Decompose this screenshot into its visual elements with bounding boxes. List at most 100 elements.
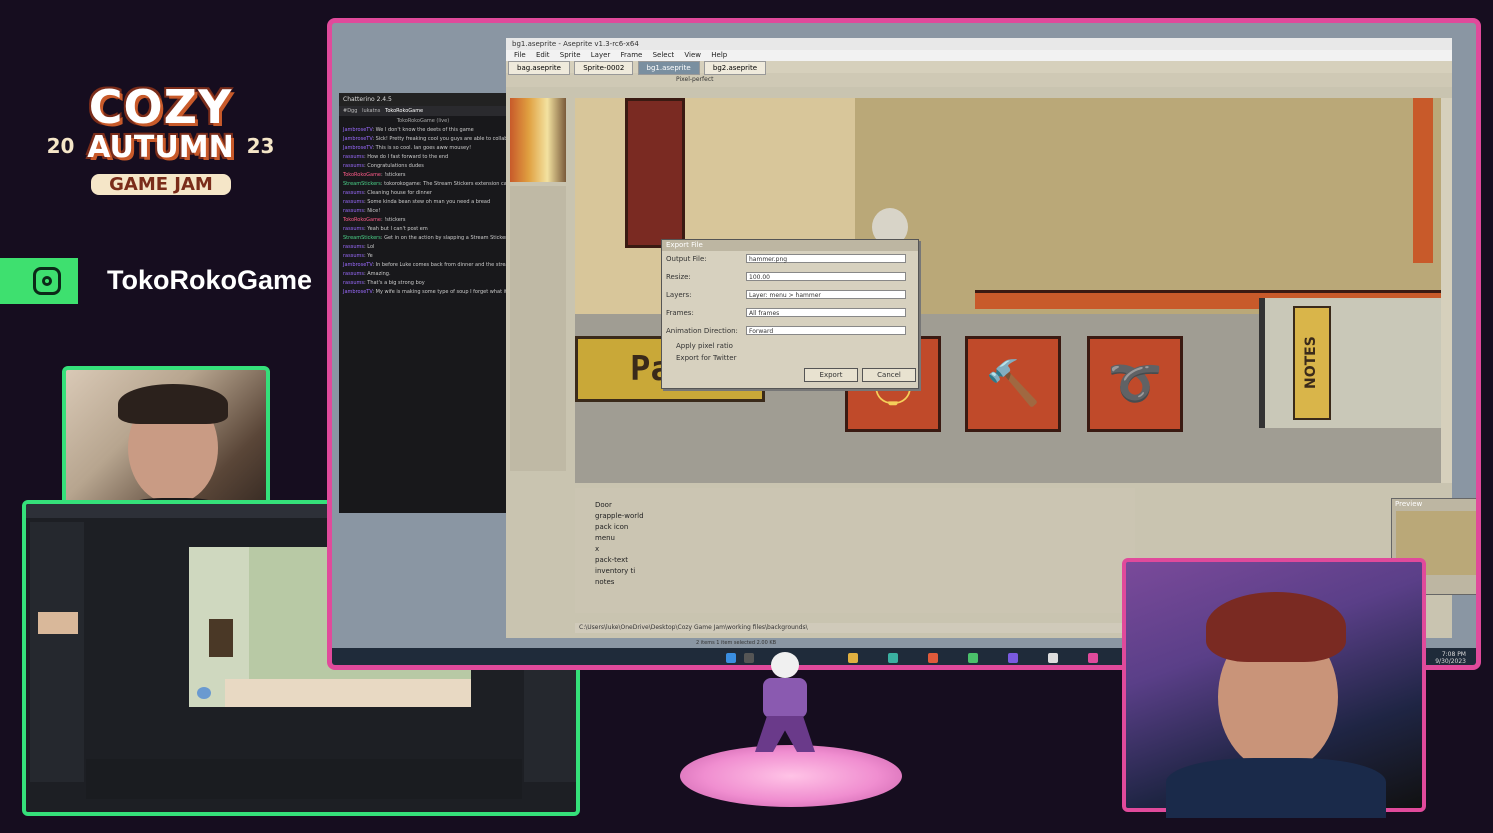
chat-message: rassums: Cleaning house for dinner xyxy=(339,189,507,198)
chat-message: rassums: That's a big strong boy xyxy=(339,279,507,288)
chat-message-list[interactable]: JambroseTV: We I don't know the deets of… xyxy=(339,126,507,297)
chat-window: Chatterino 2.4.5 #Dgg lukatns TokoRokoGa… xyxy=(339,93,507,513)
pixel-ratio-checkbox[interactable]: Apply pixel ratio xyxy=(676,341,733,351)
layer-notes[interactable]: notes xyxy=(595,577,614,587)
chat-message: JambroseTV: In before Luke comes back fr… xyxy=(339,261,507,270)
tools-panel[interactable] xyxy=(1441,98,1452,483)
chat-text: Nice! xyxy=(367,208,381,214)
chat-message: TokoRokoGame: !stickers xyxy=(339,216,507,225)
chat-username[interactable]: StreamStickers xyxy=(343,181,381,187)
viewport-orb xyxy=(197,687,211,699)
chat-text: Yeah but I can't post em xyxy=(367,226,428,232)
export-twitter-checkbox[interactable]: Export for Twitter xyxy=(676,353,736,363)
resize-select[interactable]: 100.00 xyxy=(746,272,906,281)
layer-menu[interactable]: menu xyxy=(595,533,615,543)
layer-pack-text[interactable]: pack-text xyxy=(595,555,628,565)
clock-date: 9/30/2023 xyxy=(1435,658,1466,665)
edge-icon[interactable] xyxy=(888,653,898,663)
spotify-icon[interactable] xyxy=(968,653,978,663)
chat-username[interactable]: rassums xyxy=(343,163,364,169)
mascot-legs xyxy=(755,716,815,752)
chat-username[interactable]: rassums xyxy=(343,271,364,277)
viewport-floor-ui xyxy=(225,679,471,707)
chat-tab-1[interactable]: #Dgg xyxy=(343,108,357,114)
file-explorer-icon[interactable] xyxy=(848,653,858,663)
chat-username[interactable]: rassums xyxy=(343,253,364,259)
chat-username[interactable]: rassums xyxy=(343,190,364,196)
menu-edit[interactable]: Edit xyxy=(536,51,550,59)
output-file-input[interactable]: hammer.png xyxy=(746,254,906,263)
chat-username[interactable]: TokoRokoGame xyxy=(343,172,381,178)
chat-username[interactable]: rassums xyxy=(343,154,364,160)
palette-panel xyxy=(510,186,566,471)
menu-select[interactable]: Select xyxy=(653,51,675,59)
chat-text: This is so cool. Ian goes aww mousey! xyxy=(375,145,472,151)
app-icon[interactable] xyxy=(928,653,938,663)
color-palette[interactable] xyxy=(510,98,566,182)
sprite-canvas[interactable]: Pack ⛑ 🔨 ➰ NOTES Export File Output File… xyxy=(575,98,1441,483)
chat-tab-3[interactable]: TokoRokoGame xyxy=(385,108,423,114)
tab-sprite-0002[interactable]: Sprite-0002 xyxy=(574,61,634,75)
menu-layer[interactable]: Layer xyxy=(591,51,611,59)
layers-label: Layers: xyxy=(666,291,692,299)
discord-icon[interactable] xyxy=(1008,653,1018,663)
obs-icon[interactable] xyxy=(1088,653,1098,663)
menu-file[interactable]: File xyxy=(514,51,526,59)
layer-x[interactable]: x xyxy=(595,544,599,554)
chat-username[interactable]: JambroseTV xyxy=(343,262,372,268)
instagram-icon xyxy=(33,267,61,295)
aseprite-tabs: bag.aseprite Sprite-0002 bg1.aseprite bg… xyxy=(506,61,1452,75)
resize-label: Resize: xyxy=(666,273,691,281)
layers-select[interactable]: Layer: menu > hammer xyxy=(746,290,906,299)
menu-view[interactable]: View xyxy=(684,51,701,59)
chat-message: TokoRokoGame: !stickers xyxy=(339,171,507,180)
chat-username[interactable]: JambroseTV xyxy=(343,145,372,151)
instagram-badge xyxy=(0,258,78,304)
inventory-slot-grapple: ➰ xyxy=(1087,336,1183,432)
chat-username[interactable]: TokoRokoGame xyxy=(343,217,381,223)
chat-text: Lol xyxy=(367,244,375,250)
chat-message: JambroseTV: My wife is making some type … xyxy=(339,288,507,297)
layer-inventory[interactable]: inventory ti xyxy=(595,566,635,576)
pixel-perfect-toggle[interactable]: Pixel-perfect xyxy=(676,76,713,83)
chat-text: Ye xyxy=(367,253,373,259)
chat-text: In before Luke comes back from dinner an… xyxy=(375,262,507,268)
chat-text: tokorokogame: The Stream Stickers extens… xyxy=(384,181,507,187)
editor-thumbnail xyxy=(38,612,78,634)
frames-select[interactable]: All frames xyxy=(746,308,906,317)
menu-sprite[interactable]: Sprite xyxy=(560,51,581,59)
tab-bag[interactable]: bag.aseprite xyxy=(508,61,570,75)
chat-username[interactable]: JambroseTV xyxy=(343,136,372,142)
chat-username[interactable]: JambroseTV xyxy=(343,127,372,133)
menu-help[interactable]: Help xyxy=(711,51,727,59)
logo-game-jam: GAME JAM xyxy=(91,174,231,195)
chat-message: JambroseTV: We I don't know the deets of… xyxy=(339,126,507,135)
chat-username[interactable]: rassums xyxy=(343,208,364,214)
layer-grapple-world[interactable]: grapple-world xyxy=(595,511,644,521)
chat-tab-2[interactable]: lukatns xyxy=(362,108,380,114)
layer-pack-icon[interactable]: pack icon xyxy=(595,522,628,532)
export-button[interactable]: Export xyxy=(804,368,858,382)
chat-username[interactable]: rassums xyxy=(343,226,364,232)
clock-time: 7:08 PM xyxy=(1441,651,1466,658)
chat-username[interactable]: rassums xyxy=(343,199,364,205)
menu-frame[interactable]: Frame xyxy=(621,51,643,59)
viewport-door xyxy=(209,619,233,657)
direction-select[interactable]: Forward xyxy=(746,326,906,335)
direction-label: Animation Direction: xyxy=(666,327,738,335)
export-file-dialog: Export File Output File: hammer.png Resi… xyxy=(661,239,919,389)
chat-username[interactable]: rassums xyxy=(343,244,364,250)
aseprite-icon[interactable] xyxy=(1048,653,1058,663)
chat-message: rassums: Ye xyxy=(339,252,507,261)
frames-label: Frames: xyxy=(666,309,694,317)
chat-username[interactable]: JambroseTV xyxy=(343,289,372,295)
taskbar-clock[interactable]: 7:08 PM 9/30/2023 xyxy=(1435,651,1466,665)
chat-text: Sick! Pretty freaking cool you guys are … xyxy=(375,136,507,142)
chat-username[interactable]: StreamStickers xyxy=(343,235,381,241)
chat-username[interactable]: rassums xyxy=(343,280,364,286)
cancel-button[interactable]: Cancel xyxy=(862,368,916,382)
chat-message: rassums: How do I fast forward to the en… xyxy=(339,153,507,162)
chat-message: rassums: Yeah but I can't post em xyxy=(339,225,507,234)
layer-door[interactable]: Door xyxy=(595,500,612,510)
preview-label: Preview xyxy=(1395,500,1423,508)
